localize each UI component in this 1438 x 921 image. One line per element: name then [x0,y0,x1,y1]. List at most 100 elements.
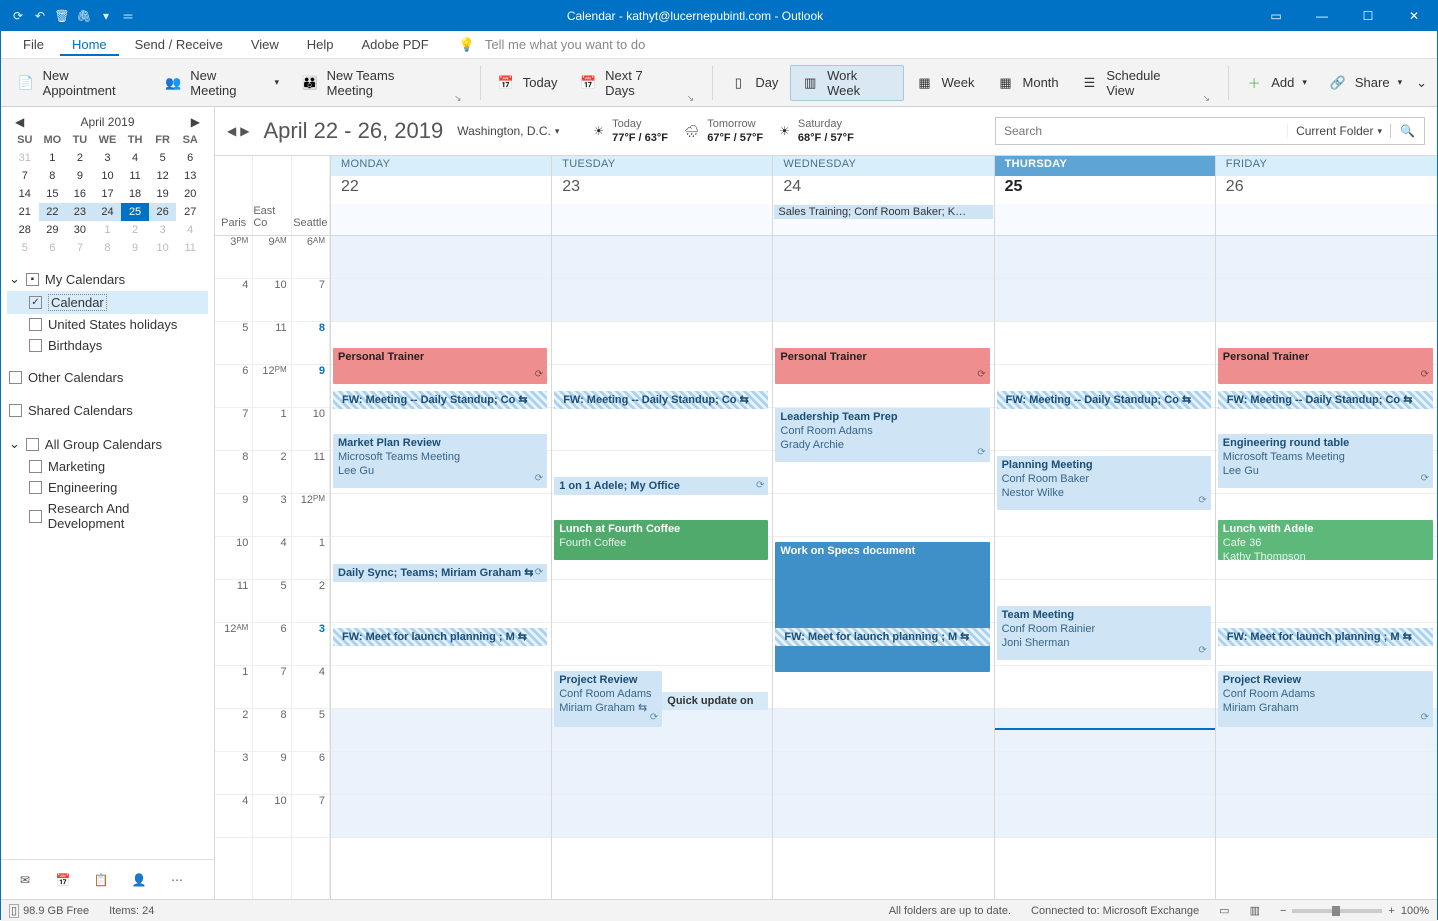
mini-day[interactable]: 29 [39,221,67,239]
mini-day[interactable]: 16 [66,185,94,203]
zoom-in-icon[interactable]: + [1388,905,1394,917]
add-button[interactable]: ＋Add▾ [1235,65,1317,101]
undo-icon[interactable]: ↶ [31,7,49,25]
tree-other-calendars[interactable]: Other Calendars [7,366,208,389]
calendar-icon[interactable]: 📅 [53,870,73,890]
day-button[interactable]: ▯Day [719,65,788,101]
menu-help[interactable]: Help [295,33,346,56]
location-dropdown[interactable]: Washington, D.C. ▾ [457,124,559,138]
checkbox-icon[interactable] [29,510,42,523]
mini-day[interactable]: 20 [176,185,204,203]
menu-home[interactable]: Home [60,33,119,56]
next7-button[interactable]: 📅Next 7 Days [569,65,684,101]
search-input[interactable] [996,124,1287,138]
calendar-item-holidays[interactable]: United States holidays [7,314,208,335]
search-button[interactable]: 🔍 [1390,124,1424,138]
group-launcher-new[interactable]: ↘ [454,93,468,104]
ribbon-display-button[interactable]: ▭ [1253,1,1299,31]
mini-day[interactable]: 2 [121,221,149,239]
zoom-slider[interactable] [1292,909,1382,913]
calendar-event[interactable]: Project ReviewConf Room AdamsMiriam Grah… [1218,671,1433,727]
menu-file[interactable]: File [11,33,56,56]
weather-saturday[interactable]: ☀Saturday68°F / 57°F [779,117,854,145]
day-column[interactable]: WEDNESDAY24Sales Training; Conf Room Bak… [773,156,994,899]
mini-day[interactable]: 7 [66,239,94,257]
search-scope[interactable]: Current Folder ▾ [1287,124,1390,138]
calendar-event[interactable]: Personal Trainer⟳ [333,348,547,384]
group-launcher-goto[interactable]: ↘ [687,93,701,104]
mini-day[interactable]: 8 [94,239,122,257]
archive-icon[interactable]: 🗑 [53,7,71,25]
mini-day[interactable]: 6 [39,239,67,257]
mini-calendar[interactable]: ◀ April 2019 ▶ SUMOTUWETHFRSA 3112345678… [1,107,214,261]
calendar-event[interactable]: FW: Meeting -- Daily Standup; Co ⇆ [333,391,547,409]
calendar-event[interactable]: Team MeetingConf Room RainierJoni Sherma… [997,606,1211,660]
mini-day[interactable]: 23 [66,203,94,221]
calendar-event[interactable]: Personal Trainer⟳ [775,348,989,384]
mini-day[interactable]: 4 [121,149,149,167]
calendar-item-rnd[interactable]: Research And Development [7,498,208,534]
mini-day[interactable]: 6 [176,149,204,167]
mini-day[interactable]: 3 [149,221,177,239]
calendar-event[interactable]: FW: Meeting -- Daily Standup; Co ⇆ [997,391,1211,409]
mail-icon[interactable]: ✉ [15,870,35,890]
mini-day[interactable]: 5 [11,239,39,257]
tree-my-calendars[interactable]: ⌄▪My Calendars [7,267,208,291]
mini-day[interactable]: 15 [39,185,67,203]
next-range[interactable]: ▶ [240,124,249,138]
mini-prev[interactable]: ◀ [15,115,24,129]
day-column[interactable]: TUESDAY23FW: Meeting -- Daily Standup; C… [552,156,773,899]
calendar-event[interactable]: FW: Meeting -- Daily Standup; Co ⇆ [554,391,768,409]
today-button[interactable]: 📅Today [487,65,568,101]
checkbox-icon[interactable] [29,318,42,331]
mini-day[interactable]: 13 [176,167,204,185]
mini-day[interactable]: 19 [149,185,177,203]
calendar-event[interactable]: Engineering round tableMicrosoft Teams M… [1218,434,1433,488]
mini-day[interactable]: 9 [121,239,149,257]
close-button[interactable]: ✕ [1391,1,1437,31]
menu-sendreceive[interactable]: Send / Receive [123,33,235,56]
calendar-item-engineering[interactable]: Engineering [7,477,208,498]
allday-event[interactable]: Sales Training; Conf Room Baker; K… [774,205,992,219]
tree-group-calendars[interactable]: ⌄All Group Calendars [7,432,208,456]
mini-day[interactable]: 21 [11,203,39,221]
view-reading-icon[interactable]: ▥ [1250,904,1260,917]
attach-icon[interactable]: 🖇 [75,7,93,25]
minimize-button[interactable]: — [1299,1,1345,31]
mini-day[interactable]: 26 [149,203,177,221]
menu-view[interactable]: View [239,33,291,56]
calendar-event[interactable]: FW: Meet for launch planning ; M ⇆ [333,628,547,646]
maximize-button[interactable]: ☐ [1345,1,1391,31]
qat-customize[interactable]: ＝ [119,7,137,25]
mini-day[interactable]: 22 [39,203,67,221]
mini-day[interactable]: 14 [11,185,39,203]
month-button[interactable]: ▦Month [987,65,1069,101]
mini-day[interactable]: 11 [176,239,204,257]
weather-today[interactable]: ☀Today77°F / 63°F [593,117,668,145]
calendar-event[interactable]: 1 on 1 Adele; My Office⟳ [554,477,768,495]
mini-day[interactable]: 2 [66,149,94,167]
mini-day[interactable]: 28 [11,221,39,239]
calendar-item-birthdays[interactable]: Birthdays [7,335,208,356]
tell-me[interactable]: 💡 Tell me what you want to do [459,37,646,53]
mini-day[interactable]: 17 [94,185,122,203]
calendar-event[interactable]: Project ReviewConf Room AdamsMiriam Grah… [554,671,662,727]
checkbox-icon[interactable] [26,438,39,451]
calendar-event[interactable]: Lunch with AdeleCafe 36Kathy Thompson [1218,520,1433,560]
day-column[interactable]: THURSDAY25FW: Meeting -- Daily Standup; … [995,156,1216,899]
mini-day[interactable]: 3 [94,149,122,167]
checkbox-icon[interactable]: ✓ [29,296,42,309]
view-normal-icon[interactable]: ▭ [1219,904,1229,917]
calendar-item-marketing[interactable]: Marketing [7,456,208,477]
menu-adobe[interactable]: Adobe PDF [350,33,441,56]
calendar-event[interactable]: Lunch at Fourth CoffeeFourth Coffee [554,520,768,560]
schedule-button[interactable]: ☰Schedule View [1071,65,1201,101]
calendar-event[interactable]: FW: Meeting -- Daily Standup; Co ⇆ [1218,391,1433,409]
week-button[interactable]: ▦Week [906,65,985,101]
calendar-item-calendar[interactable]: ✓Calendar [7,291,208,314]
ribbon-collapse[interactable]: ⌄ [1414,65,1429,101]
checkbox-icon[interactable] [9,371,22,384]
zoom-out-icon[interactable]: − [1280,905,1286,917]
group-launcher-arrange[interactable]: ↘ [1202,93,1216,104]
mini-day[interactable]: 8 [39,167,67,185]
